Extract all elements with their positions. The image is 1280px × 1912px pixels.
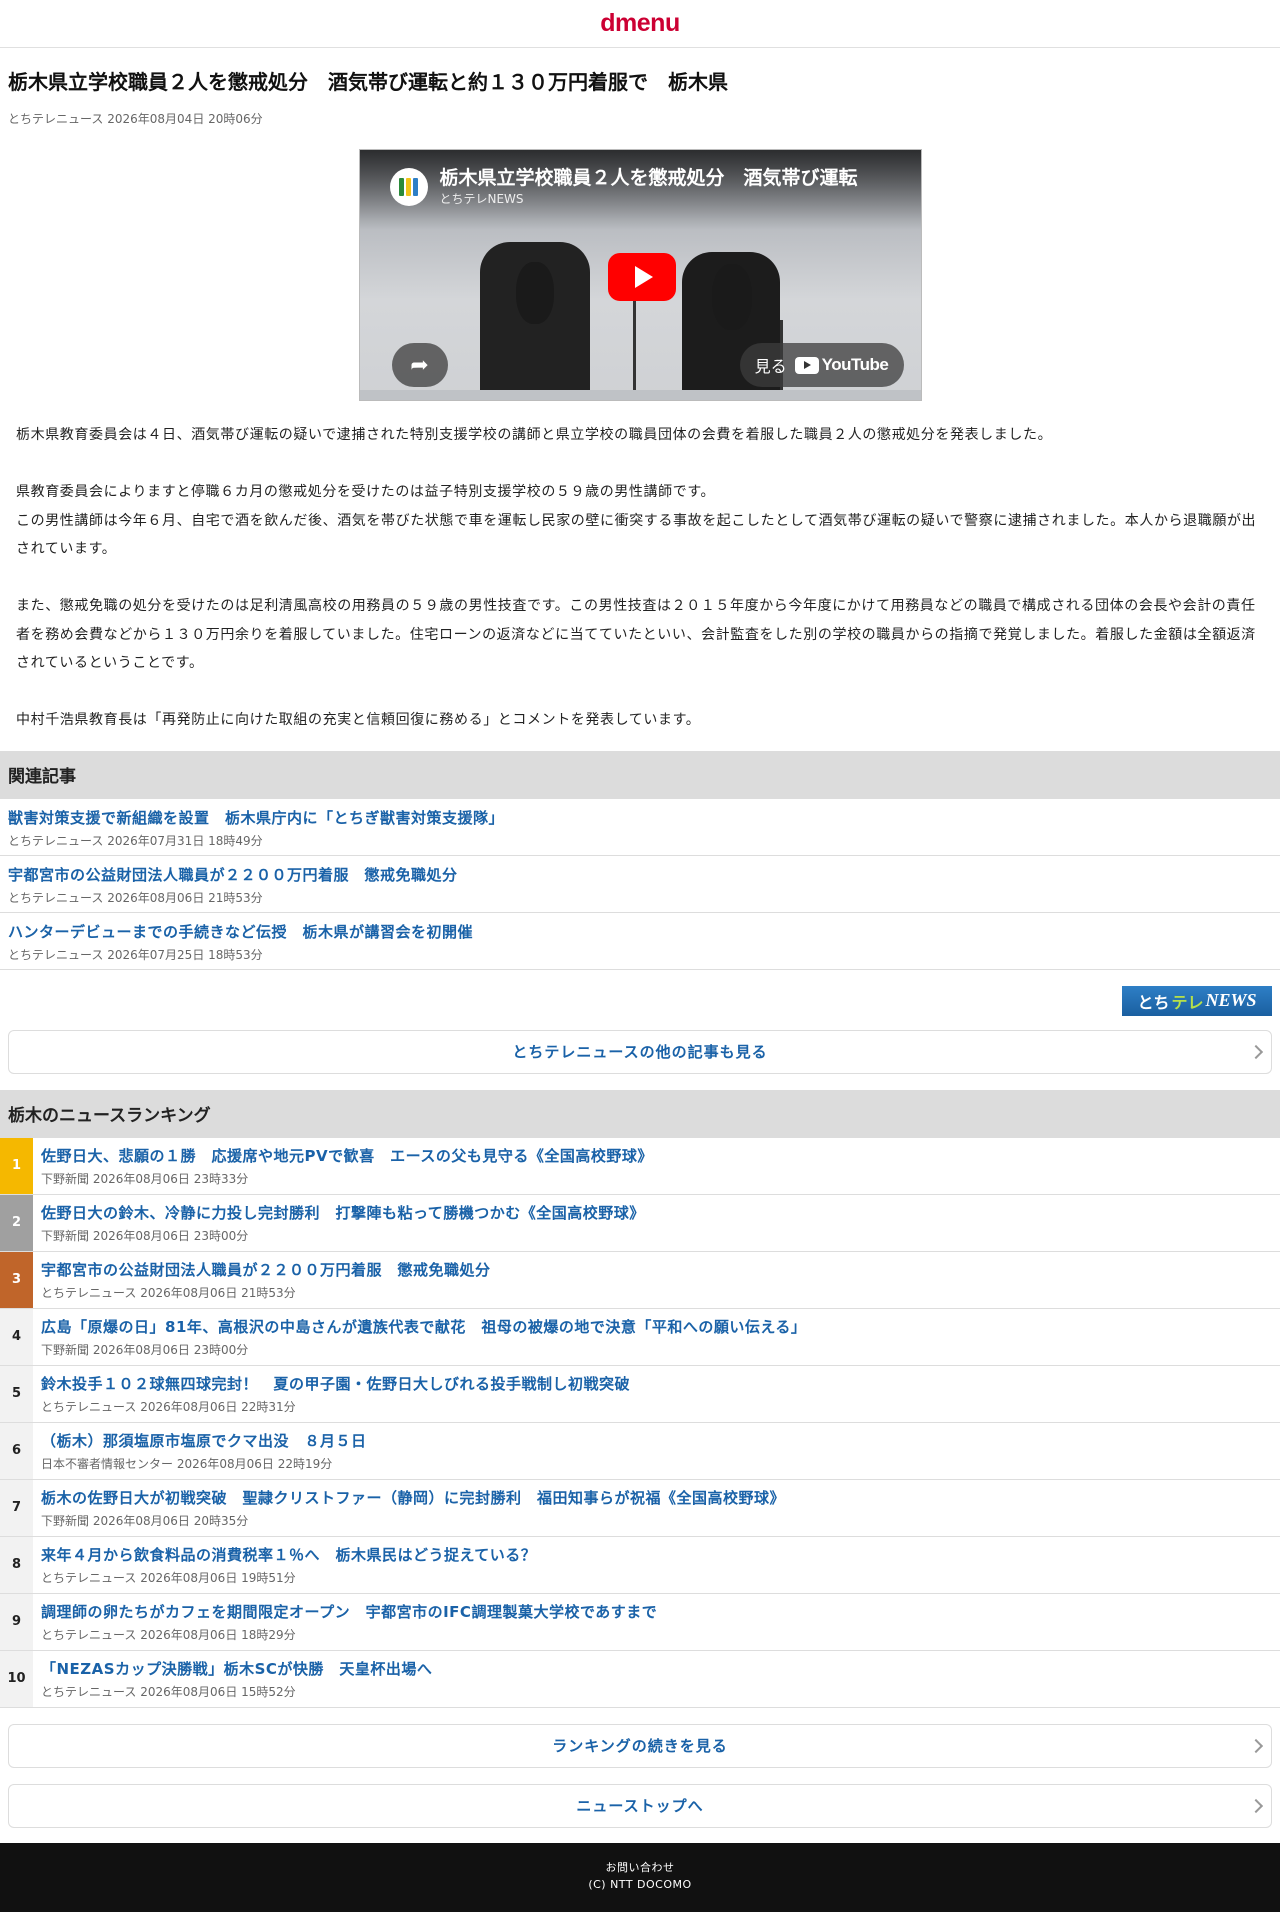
youtube-logo: YouTube <box>794 355 889 375</box>
ranking-item-title[interactable]: 広島「原爆の日」81年、高根沢の中島さんが遺族代表で献花 祖母の被爆の地で決意「… <box>41 1316 1272 1337</box>
related-item[interactable]: 宇都宮市の公益財団法人職員が２２００万円着服 懲戒免職処分 とちテレニュース 2… <box>0 856 1280 913</box>
ranking-item-title[interactable]: 栃木の佐野日大が初戦突破 聖隷クリストファー（静岡）に完封勝利 福田知事らが祝福… <box>41 1487 1272 1508</box>
dmenu-logo[interactable]: dmenu <box>600 9 680 38</box>
video-person-left <box>479 242 590 400</box>
ranking-item[interactable]: 6 （栃木）那須塩原市塩原でクマ出没 ８月５日 日本不審者情報センター 2026… <box>0 1422 1280 1480</box>
related-articles: 関連記事 獣害対策支援で新組織を設置 栃木県庁内に「とちぎ獣害対策支援隊」 とち… <box>0 750 1280 1074</box>
tochiterenews-logo[interactable]: とち テレ NEWS <box>1122 985 1272 1016</box>
article-paragraph: 栃木県教育委員会は４日、酒気帯び運転の疑いで逮捕された特別支援学校の講師と県立学… <box>16 427 1053 443</box>
ranking-item-meta: とちテレニュース 2026年08月06日 18時29分 <box>41 1627 296 1642</box>
page: dmenu 栃木県立学校職員２人を懲戒処分 酒気帯び運転と約１３０万円着服で 栃… <box>0 0 1280 1912</box>
brand-row: とち テレ NEWS <box>0 970 1280 1030</box>
youtube-play-icon <box>794 356 819 374</box>
article-title: 栃木県立学校職員２人を懲戒処分 酒気帯び運転と約１３０万円着服で 栃木県 <box>8 70 728 94</box>
ranking-item-meta: とちテレニュース 2026年08月06日 19時51分 <box>41 1570 296 1585</box>
news-top-link[interactable]: ニューストップへ <box>8 1783 1272 1828</box>
article-meta: とちテレニュース 2026年08月04日 20時06分 <box>0 96 1280 127</box>
ranking-item-title[interactable]: 宇都宮市の公益財団法人職員が２２００万円着服 懲戒免職処分 <box>41 1259 1272 1280</box>
contact-link[interactable]: お問い合わせ <box>0 1859 1280 1876</box>
related-item-meta: とちテレニュース 2026年07月25日 18時53分 <box>8 947 263 962</box>
related-item-title[interactable]: ハンターデビューまでの手続きなど伝授 栃木県が講習会を初開催 <box>8 921 1272 942</box>
video-table <box>359 390 921 400</box>
copyright: (C) NTT DOCOMO <box>588 1878 692 1891</box>
related-item-meta: とちテレニュース 2026年07月31日 18時49分 <box>8 833 263 848</box>
watch-on-youtube-button[interactable]: 見る YouTube <box>739 343 904 387</box>
ranking-item[interactable]: 10 「NEZASカップ決勝戦」栃木SCが快勝 天皇杯出場へ とちテレニュース … <box>0 1650 1280 1708</box>
more-tochiterenews-link[interactable]: とちテレニュースの他の記事も見る <box>8 1029 1272 1074</box>
related-item-title[interactable]: 獣害対策支援で新組織を設置 栃木県庁内に「とちぎ獣害対策支援隊」 <box>8 807 1272 828</box>
ranking-item-meta: とちテレニュース 2026年08月06日 15時52分 <box>41 1684 296 1699</box>
related-item-meta: とちテレニュース 2026年08月06日 21時53分 <box>8 890 263 905</box>
ranking-item-title[interactable]: （栃木）那須塩原市塩原でクマ出没 ８月５日 <box>41 1430 1272 1451</box>
rank-number: 10 <box>0 1650 33 1707</box>
ranking-item-meta: 下野新聞 2026年08月06日 23時00分 <box>41 1342 249 1357</box>
article-paragraph: この男性講師は今年６月、自宅で酒を飲んだ後、酒気を帯びた状態で車を運転し民家の壁… <box>16 512 1257 558</box>
microphone <box>632 300 636 400</box>
article-paragraph: また、懲戒免職の処分を受けたのは足利清風高校の用務員の５９歳の男性技査です。この… <box>16 598 1256 671</box>
share-button[interactable]: ➦ <box>391 343 448 387</box>
article-body: 栃木県教育委員会は４日、酒気帯び運転の疑いで逮捕された特別支援学校の講師と県立学… <box>0 401 1280 735</box>
rank-number: 2 <box>0 1194 33 1251</box>
ranking-item-meta: 下野新聞 2026年08月06日 23時33分 <box>41 1171 249 1186</box>
more-ranking-link[interactable]: ランキングの続きを見る <box>8 1723 1272 1768</box>
ranking-item-meta: 下野新聞 2026年08月06日 20時35分 <box>41 1513 249 1528</box>
rank-number: 5 <box>0 1365 33 1422</box>
play-button[interactable] <box>607 253 676 301</box>
ranking-item[interactable]: 3 宇都宮市の公益財団法人職員が２２００万円着服 懲戒免職処分 とちテレニュース… <box>0 1251 1280 1309</box>
ranking-item-title[interactable]: 来年４月から飲食料品の消費税率１％へ 栃木県民はどう捉えている？ <box>41 1544 1272 1565</box>
rank-number: 8 <box>0 1536 33 1593</box>
ranking-item-meta: 下野新聞 2026年08月06日 23時00分 <box>41 1228 249 1243</box>
ranking-item[interactable]: 2 佐野日大の鈴木、冷静に力投し完封勝利 打撃陣も粘って勝機つかむ《全国高校野球… <box>0 1194 1280 1252</box>
ranking-item[interactable]: 5 鈴木投手１０２球無四球完封！ 夏の甲子園・佐野日大しびれる投手戦制し初戦突破… <box>0 1365 1280 1423</box>
site-header: dmenu <box>0 0 1280 48</box>
ranking-item-title[interactable]: 調理師の卵たちがカフェを期間限定オープン 宇都宮市のIFC調理製菓大学校であすま… <box>41 1601 1272 1622</box>
related-item[interactable]: ハンターデビューまでの手続きなど伝授 栃木県が講習会を初開催 とちテレニュース … <box>0 913 1280 970</box>
ranking-item-meta: とちテレニュース 2026年08月06日 21時53分 <box>41 1285 296 1300</box>
chevron-right-icon <box>1248 1044 1264 1059</box>
rank-number: 7 <box>0 1479 33 1536</box>
ranking-item[interactable]: 7 栃木の佐野日大が初戦突破 聖隷クリストファー（静岡）に完封勝利 福田知事らが… <box>0 1479 1280 1537</box>
play-icon <box>634 266 653 288</box>
ranking-item-title[interactable]: 佐野日大、悲願の１勝 応援席や地元PVで歓喜 エースの父も見守る《全国高校野球》 <box>41 1145 1272 1166</box>
article-source: とちテレニュース <box>8 112 104 126</box>
share-icon: ➦ <box>410 352 429 378</box>
watch-label: 見る <box>754 357 787 376</box>
rank-number: 3 <box>0 1251 33 1308</box>
related-heading: 関連記事 <box>0 750 1280 799</box>
channel-avatar[interactable] <box>389 168 428 206</box>
ranking-item-title[interactable]: 佐野日大の鈴木、冷静に力投し完封勝利 打撃陣も粘って勝機つかむ《全国高校野球》 <box>41 1202 1272 1223</box>
news-ranking: 栃木のニュースランキング 1 佐野日大、悲願の１勝 応援席や地元PVで歓喜 エー… <box>0 1089 1280 1828</box>
ranking-item-meta: とちテレニュース 2026年08月06日 22時31分 <box>41 1399 296 1414</box>
ranking-item-meta: 日本不審者情報センター 2026年08月06日 22時19分 <box>41 1456 333 1471</box>
ranking-heading: 栃木のニュースランキング <box>0 1089 1280 1138</box>
video-title[interactable]: 栃木県立学校職員２人を懲戒処分 酒気帯び運転 <box>440 163 858 190</box>
rank-number: 9 <box>0 1593 33 1650</box>
ranking-item[interactable]: 8 来年４月から飲食料品の消費税率１％へ 栃木県民はどう捉えている？ とちテレニ… <box>0 1536 1280 1594</box>
ranking-item-title[interactable]: 鈴木投手１０２球無四球完封！ 夏の甲子園・佐野日大しびれる投手戦制し初戦突破 <box>41 1373 1272 1394</box>
related-item[interactable]: 獣害対策支援で新組織を設置 栃木県庁内に「とちぎ獣害対策支援隊」 とちテレニュー… <box>0 799 1280 856</box>
chevron-right-icon <box>1248 1738 1264 1753</box>
youtube-video-player[interactable]: 栃木県立学校職員２人を懲戒処分 酒気帯び運転 とちテレNEWS ➦ 見る You… <box>358 149 922 401</box>
article-datetime: 2026年08月04日 20時06分 <box>107 112 263 126</box>
article-paragraph: 中村千浩県教育長は「再発防止に向けた取組の充実と信頼回復に務める」とコメントを発… <box>16 712 701 728</box>
video-channel-name[interactable]: とちテレNEWS <box>440 190 524 207</box>
chevron-right-icon <box>1248 1798 1264 1813</box>
rank-number: 4 <box>0 1308 33 1365</box>
related-item-title[interactable]: 宇都宮市の公益財団法人職員が２２００万円着服 懲戒免職処分 <box>8 864 1272 885</box>
site-footer: お問い合わせ (C) NTT DOCOMO <box>0 1843 1280 1912</box>
ranking-item[interactable]: 9 調理師の卵たちがカフェを期間限定オープン 宇都宮市のIFC調理製菓大学校であ… <box>0 1593 1280 1651</box>
article-paragraph: 県教育委員会によりますと停職６カ月の懲戒処分を受けたのは益子特別支援学校の５９歳… <box>16 484 716 500</box>
rank-number: 6 <box>0 1422 33 1479</box>
ranking-item[interactable]: 4 広島「原爆の日」81年、高根沢の中島さんが遺族代表で献花 祖母の被爆の地で決… <box>0 1308 1280 1366</box>
ranking-item-title[interactable]: 「NEZASカップ決勝戦」栃木SCが快勝 天皇杯出場へ <box>41 1658 1272 1679</box>
ranking-item[interactable]: 1 佐野日大、悲願の１勝 応援席や地元PVで歓喜 エースの父も見守る《全国高校野… <box>0 1137 1280 1195</box>
rank-number: 1 <box>0 1137 33 1194</box>
